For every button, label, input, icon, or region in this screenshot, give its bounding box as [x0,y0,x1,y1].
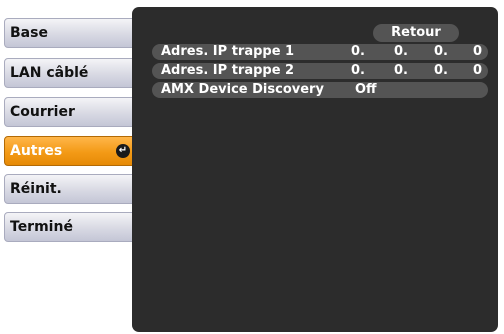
sidebar-item-courrier[interactable]: Courrier [4,97,139,127]
sidebar-item-label: Base [10,25,48,41]
sidebar-item-label: Courrier [10,104,75,120]
ip-octet-1[interactable]: 0. [351,63,365,79]
sidebar-item-label: LAN câblé [10,65,89,81]
row-label: Adres. IP trappe 2 [161,63,295,78]
ip-octet-2[interactable]: 0. [394,44,408,60]
sidebar-item-autres[interactable]: Autres ↵ [4,136,139,166]
ip-octet-3[interactable]: 0. [434,63,448,79]
sidebar-item-label: Réinit. [10,181,62,197]
sidebar-item-label: Autres [10,143,63,159]
ip-octet-4[interactable]: 0 [473,63,482,79]
enter-icon: ↵ [116,144,130,158]
ip-octet-2[interactable]: 0. [394,63,408,79]
row-label: Adres. IP trappe 1 [161,44,295,59]
sidebar-item-base[interactable]: Base [4,18,139,48]
sidebar-item-reinit[interactable]: Réinit. [4,174,139,204]
amx-discovery-value[interactable]: Off [355,82,377,98]
snmp-trap-ip-2-row[interactable]: Adres. IP trappe 2 0. 0. 0. 0 [152,63,488,79]
return-button-label: Retour [391,25,441,40]
return-button[interactable]: Retour [373,24,459,42]
ip-octet-3[interactable]: 0. [434,44,448,60]
sidebar-item-lan-cable[interactable]: LAN câblé [4,58,139,88]
sidebar-item-termine[interactable]: Terminé [4,212,139,242]
row-label: AMX Device Discovery [161,82,324,97]
ip-octet-4[interactable]: 0 [473,44,482,60]
snmp-trap-ip-1-row[interactable]: Adres. IP trappe 1 0. 0. 0. 0 [152,44,488,60]
amx-device-discovery-row[interactable]: AMX Device Discovery Off [152,82,488,98]
sidebar-item-label: Terminé [10,219,73,235]
ip-octet-1[interactable]: 0. [351,44,365,60]
